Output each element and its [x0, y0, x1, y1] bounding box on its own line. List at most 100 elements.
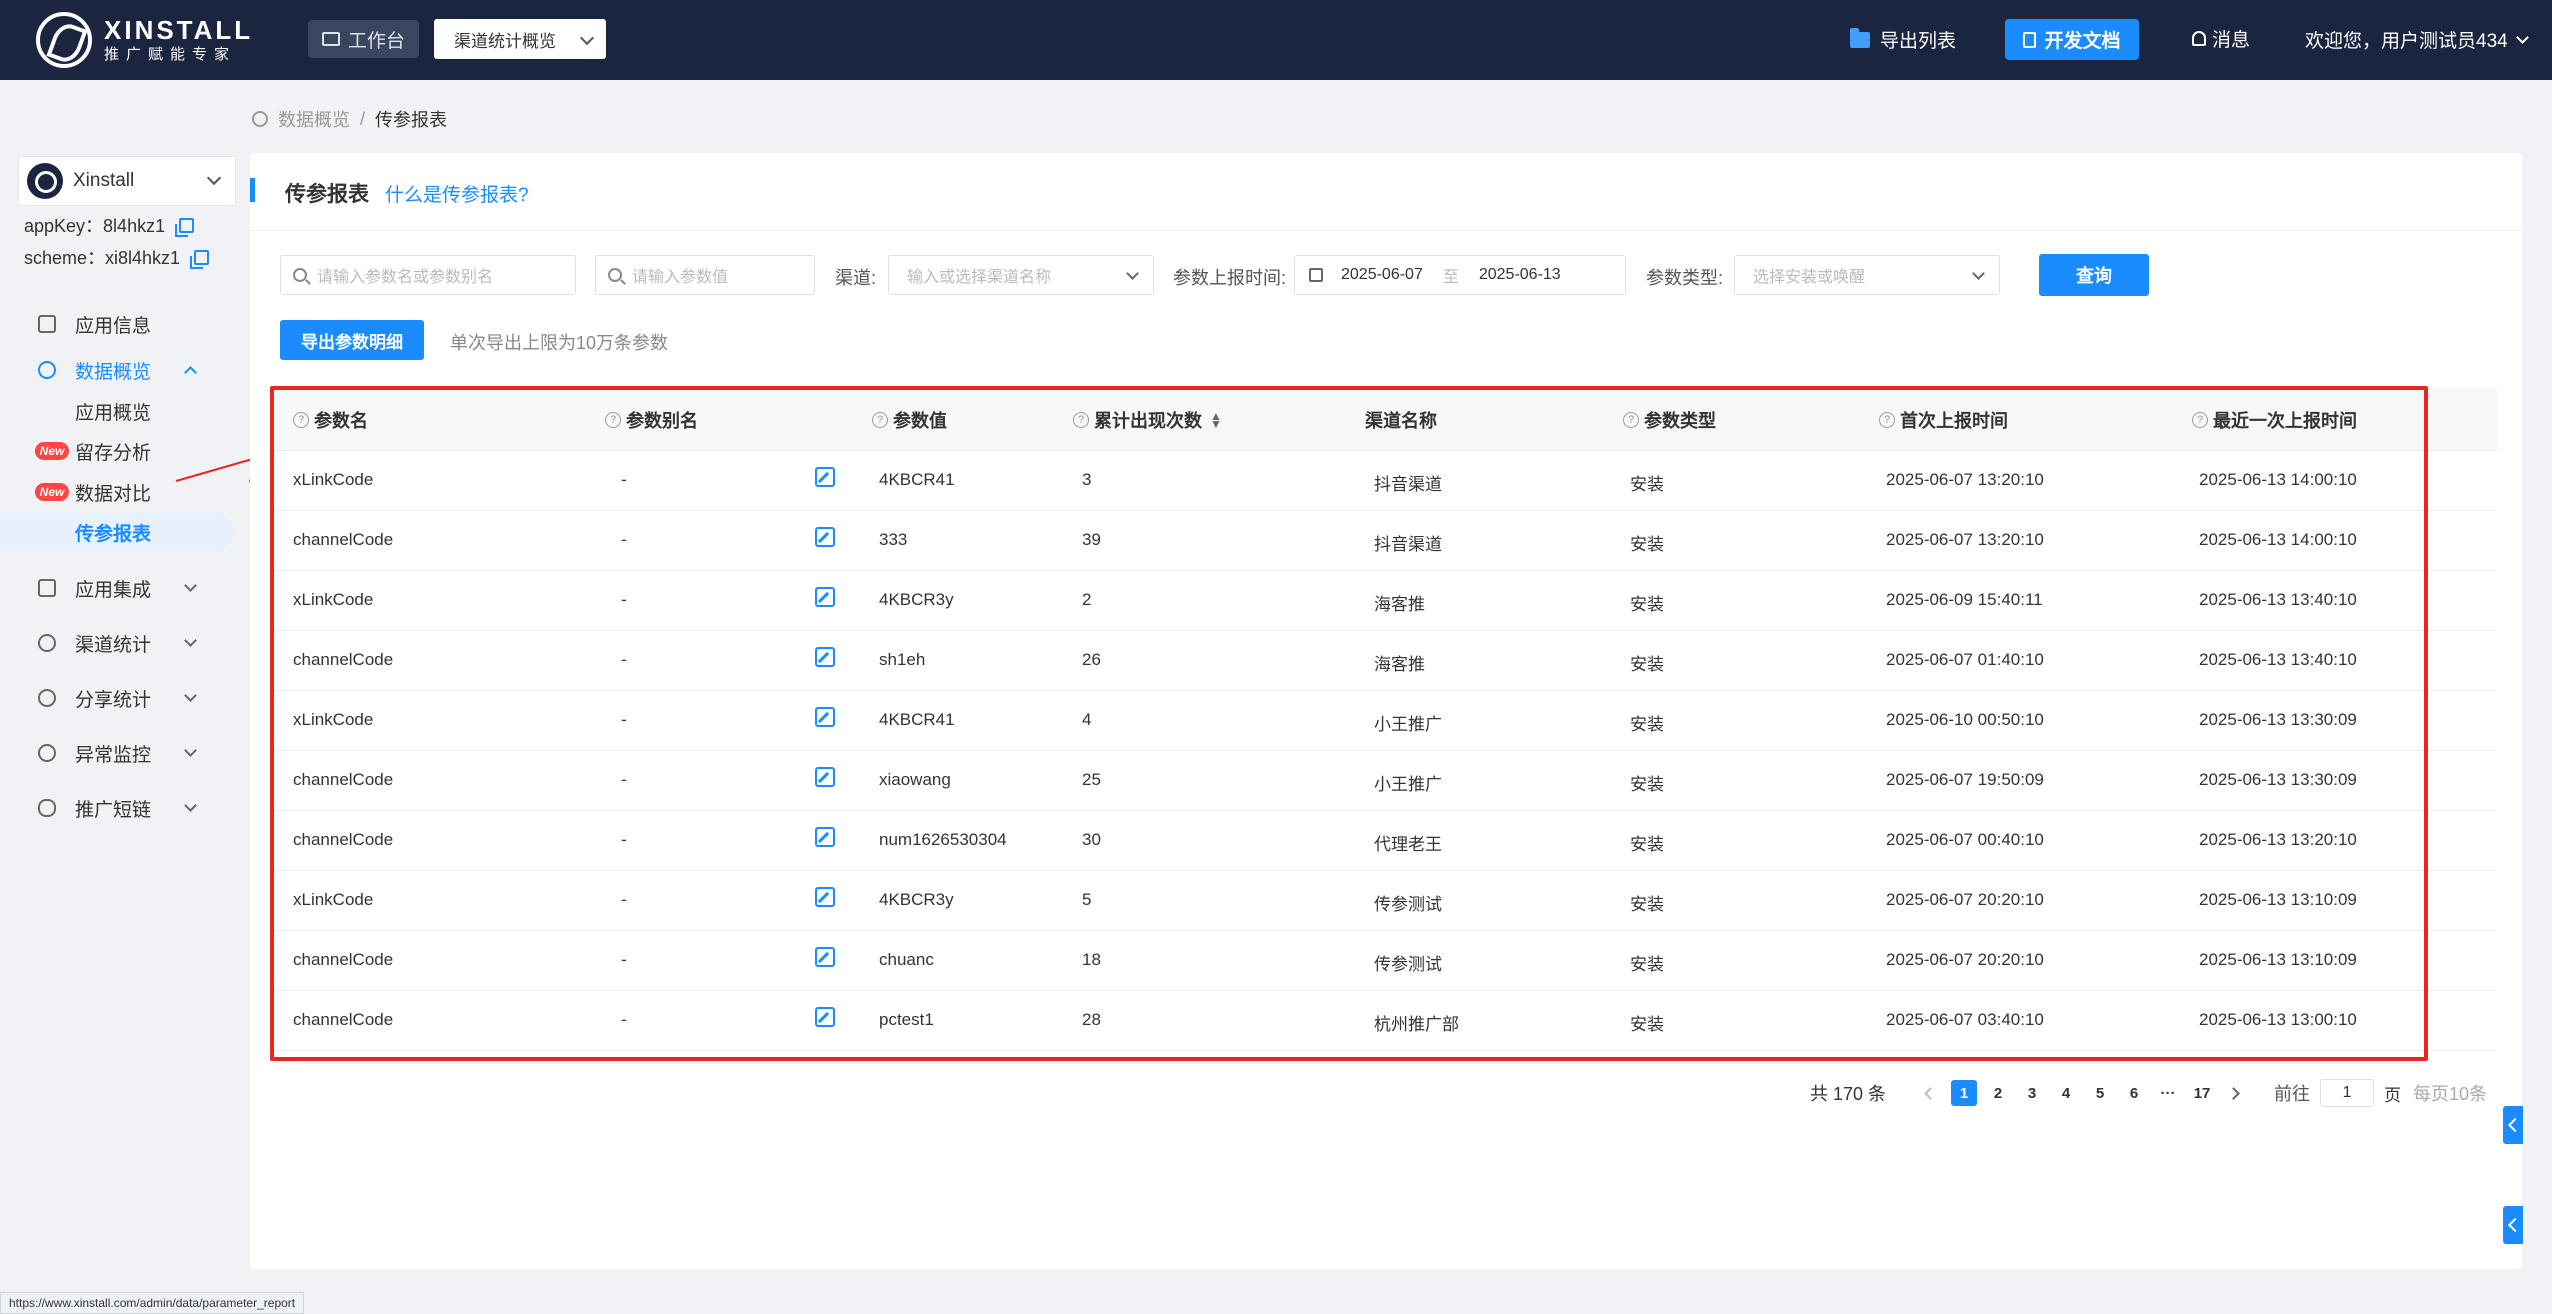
- param-type-select[interactable]: 选择安装或唤醒: [1734, 255, 2000, 295]
- date-start: 2025-06-07: [1341, 266, 1423, 283]
- page-size[interactable]: 每页10条: [2413, 1080, 2487, 1106]
- date-range-picker[interactable]: 2025-06-07 至 2025-06-13: [1294, 255, 1626, 295]
- edit-icon[interactable]: [815, 647, 835, 667]
- edit-icon[interactable]: [815, 887, 835, 907]
- next-page-icon[interactable]: [2227, 1086, 2240, 1100]
- col-count[interactable]: ? 累计出现次数 ▲ ▼: [1073, 407, 1222, 433]
- page-button[interactable]: ···: [2155, 1080, 2181, 1106]
- top-navbar: XINSTALL 推广赋能专家 工作台 渠道统计概览 导出列表 开发文档 消息 …: [0, 0, 2552, 80]
- calendar-icon: [1309, 268, 1323, 282]
- cell-channel: 抖音渠道: [1374, 535, 1442, 554]
- xinstall-logo[interactable]: XINSTALL 推广赋能专家: [36, 12, 253, 68]
- copy-icon[interactable]: [175, 217, 195, 237]
- sidebar-item-label: 数据概览: [75, 361, 152, 383]
- channel-select[interactable]: 输入或选择渠道名称: [888, 255, 1154, 295]
- cell-param-value: chuanc: [879, 950, 934, 969]
- cell-type: 安装: [1630, 1015, 1664, 1034]
- share-icon: [38, 689, 56, 707]
- page-button[interactable]: 4: [2053, 1080, 2079, 1106]
- sidebar-item-app-info[interactable]: 应用信息: [0, 304, 234, 344]
- edit-icon[interactable]: [815, 1007, 835, 1027]
- edit-icon[interactable]: [815, 587, 835, 607]
- app-logo-icon: [27, 163, 63, 199]
- sidebar-subitem-data-compare[interactable]: New 数据对比: [0, 473, 234, 511]
- messages-link[interactable]: 消息: [2192, 25, 2250, 52]
- sidebar-subitem-param-report[interactable]: 传参报表: [0, 513, 234, 551]
- sidebar-item-app-integration[interactable]: 应用集成: [0, 568, 234, 608]
- prev-page-icon[interactable]: [1924, 1086, 1937, 1100]
- goto-page-input[interactable]: 1: [2320, 1079, 2375, 1107]
- sidebar-item-short-link[interactable]: 推广短链: [0, 788, 234, 828]
- app-select[interactable]: Xinstall: [18, 156, 236, 206]
- edit-icon[interactable]: [815, 767, 835, 787]
- edit-icon[interactable]: [815, 947, 835, 967]
- question-icon[interactable]: ?: [1879, 412, 1895, 428]
- collapse-tab-icon[interactable]: [2503, 1206, 2523, 1244]
- cell-type: 安装: [1630, 955, 1664, 974]
- param-name-input[interactable]: 请输入参数名或参数别名: [280, 255, 576, 295]
- col-label: 最近一次上报时间: [2213, 411, 2357, 431]
- cell-param-alias: -: [621, 950, 627, 969]
- copy-icon[interactable]: [190, 249, 210, 269]
- question-icon[interactable]: ?: [605, 412, 621, 428]
- question-icon[interactable]: ?: [2192, 412, 2208, 428]
- sidebar-item-data-overview[interactable]: 数据概览: [0, 350, 234, 390]
- question-icon[interactable]: ?: [1623, 412, 1639, 428]
- page-button[interactable]: 2: [1985, 1080, 2011, 1106]
- question-icon[interactable]: ?: [872, 412, 888, 428]
- cell-type: 安装: [1630, 775, 1664, 794]
- cell-param-alias: -: [621, 770, 627, 789]
- question-icon[interactable]: ?: [1073, 412, 1089, 428]
- table-row: xLinkCode - 4KBCR3y 2 海客推 安装 2025-06-09 15:40:…: [275, 571, 2497, 631]
- cell-last-time: 2025-06-13 14:00:10: [2199, 470, 2357, 489]
- export-params-button[interactable]: 导出参数明细: [280, 320, 424, 360]
- dev-docs-label: 开发文档: [2044, 31, 2121, 52]
- page-button[interactable]: 6: [2121, 1080, 2147, 1106]
- export-list-link[interactable]: 导出列表: [1850, 26, 1956, 53]
- chevron-down-icon: [184, 744, 197, 757]
- sidebar-item-share-stats[interactable]: 分享统计: [0, 678, 234, 718]
- logo-subtitle: 推广赋能专家: [104, 46, 237, 63]
- cell-first-time: 2025-06-07 20:20:10: [1886, 950, 2044, 969]
- param-value-input[interactable]: 请输入参数值: [595, 255, 815, 295]
- breadcrumb-current: 传参报表: [375, 110, 448, 130]
- page-button[interactable]: 1: [1951, 1080, 1978, 1106]
- help-link[interactable]: 什么是传参报表?: [385, 180, 529, 207]
- cell-first-time: 2025-06-09 15:40:11: [1886, 590, 2043, 609]
- channel-label: 渠道:: [835, 268, 877, 288]
- workspace-button[interactable]: 工作台: [308, 20, 420, 58]
- edit-icon[interactable]: [815, 527, 835, 547]
- param-name-placeholder: 请输入参数名或参数别名: [317, 269, 494, 286]
- sidebar-subitem-app-overview[interactable]: 应用概览: [0, 392, 234, 430]
- dev-docs-button[interactable]: 开发文档: [2005, 19, 2139, 60]
- edit-icon[interactable]: [815, 827, 835, 847]
- page-button[interactable]: 3: [2019, 1080, 2045, 1106]
- cell-param-name: xLinkCode: [293, 890, 374, 909]
- sidebar-item-channel-stats[interactable]: 渠道统计: [0, 623, 234, 663]
- sidebar-item-label: 应用概览: [75, 402, 152, 424]
- col-type: ? 参数类型: [1623, 407, 1716, 433]
- stats-view-select[interactable]: 渠道统计概览: [434, 19, 606, 59]
- page-unit: 页: [2384, 1085, 2402, 1105]
- sidebar: Xinstall appKey：8l4hkz1 scheme：xi8l4hkz1…: [0, 80, 240, 1314]
- sidebar-subitem-retention[interactable]: New 留存分析: [0, 432, 234, 470]
- table-row: channelCode - num1626530304 30 代理老王 安装 2025-06…: [275, 811, 2497, 871]
- stats-view-value: 渠道统计概览: [454, 31, 556, 51]
- page-button[interactable]: 17: [2189, 1080, 2215, 1106]
- page-button[interactable]: 5: [2087, 1080, 2113, 1106]
- cell-count: 25: [1082, 770, 1101, 789]
- sort-icon[interactable]: ▲ ▼: [1210, 410, 1222, 430]
- sidebar-item-anomaly[interactable]: 异常监控: [0, 733, 234, 773]
- breadcrumb-parent[interactable]: 数据概览: [278, 106, 350, 132]
- question-icon[interactable]: ?: [293, 412, 309, 428]
- cell-count: 18: [1082, 950, 1101, 969]
- edit-icon[interactable]: [815, 707, 835, 727]
- edit-icon[interactable]: [815, 467, 835, 487]
- collapse-tab-icon[interactable]: [2503, 1106, 2523, 1144]
- user-menu[interactable]: 欢迎您，用户测试员434: [2305, 26, 2529, 53]
- query-button[interactable]: 查询: [2039, 254, 2149, 296]
- cell-param-name: channelCode: [293, 650, 394, 669]
- cell-param-alias: -: [621, 530, 627, 549]
- col-last-time: ? 最近一次上报时间: [2192, 407, 2357, 433]
- status-bar-url: https://www.xinstall.com/admin/data/para…: [0, 1292, 305, 1314]
